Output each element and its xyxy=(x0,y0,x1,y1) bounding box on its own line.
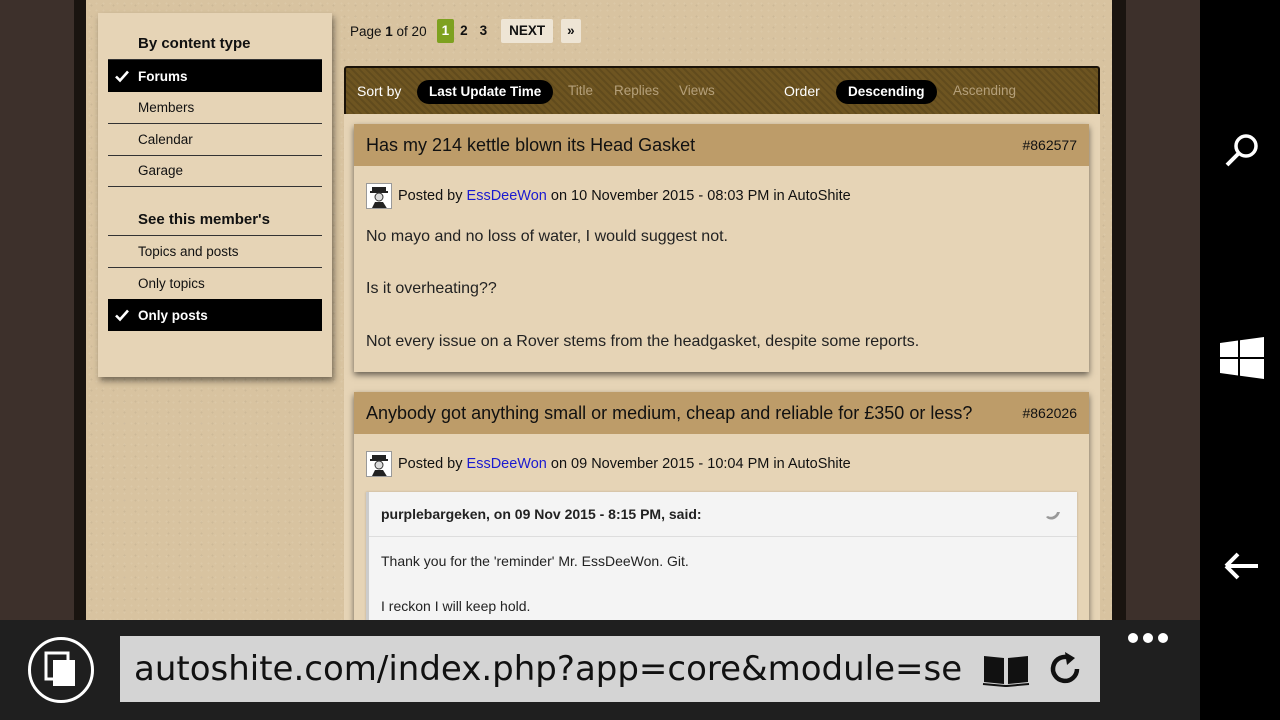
filter-label: Only topics xyxy=(138,276,205,291)
page-2-link[interactable]: 2 xyxy=(454,19,474,43)
post-paragraph: Is it overheating?? xyxy=(366,280,497,297)
content-type-heading: By content type xyxy=(138,35,251,52)
post-meta: Posted by EssDeeWon on 10 November 2015 … xyxy=(366,183,851,209)
quote-line: I reckon I will keep hold. xyxy=(381,598,531,614)
sort-by-label: Sort by xyxy=(357,83,402,99)
avatar[interactable] xyxy=(366,183,392,209)
back-arrow-icon[interactable] xyxy=(1220,544,1264,588)
member-heading: See this member's xyxy=(138,211,270,228)
user-avatar-icon xyxy=(370,455,388,476)
posted-by-label: Posted by xyxy=(398,456,463,472)
divider xyxy=(369,536,1077,537)
last-page-button[interactable]: » xyxy=(561,19,581,43)
page-current: 1 xyxy=(385,23,393,39)
browser-viewport: By content type Forums Members Calendar … xyxy=(0,0,1200,620)
more-icon[interactable] xyxy=(1126,628,1170,648)
page-1-link[interactable]: 1 xyxy=(436,19,455,43)
charms-bar xyxy=(1200,0,1280,720)
filter-topics-and-posts[interactable]: Topics and posts xyxy=(108,236,322,268)
order-label: Order xyxy=(784,83,820,99)
pagination: Page 1 of 20 1 2 3 NEXT » xyxy=(350,18,581,44)
filter-forums[interactable]: Forums xyxy=(108,60,322,92)
search-filter-sidebar: By content type Forums Members Calendar … xyxy=(98,13,332,377)
post-date: on 09 November 2015 - 10:04 PM in AutoSh… xyxy=(550,456,851,472)
post-paragraph: No mayo and no loss of water, I would su… xyxy=(366,228,728,245)
reading-view-icon[interactable] xyxy=(982,650,1030,688)
windows-start-icon[interactable] xyxy=(1220,336,1264,380)
post-title-link[interactable]: Has my 214 kettle blown its Head Gasket xyxy=(366,135,695,156)
filter-label: Calendar xyxy=(138,132,193,147)
tabs-button[interactable] xyxy=(28,637,94,703)
sort-title[interactable]: Title xyxy=(568,83,593,98)
filter-calendar[interactable]: Calendar xyxy=(108,124,322,156)
filter-label: Only posts xyxy=(138,307,208,323)
filter-label: Forums xyxy=(138,68,188,84)
page-prefix: Page xyxy=(350,23,386,39)
post-header: Has my 214 kettle blown its Head Gasket … xyxy=(354,124,1089,166)
search-icon[interactable] xyxy=(1220,128,1264,172)
page-total: of 20 xyxy=(392,23,427,39)
author-link[interactable]: EssDeeWon xyxy=(467,456,547,472)
quote-header: purplebargeken, on 09 Nov 2015 - 8:15 PM… xyxy=(381,506,702,522)
search-result-post: Anybody got anything small or medium, ch… xyxy=(354,392,1089,620)
page-indicator: Page 1 of 20 xyxy=(350,24,427,39)
quote-block: purplebargeken, on 09 Nov 2015 - 8:15 PM… xyxy=(366,492,1077,620)
post-paragraph: Not every issue on a Rover stems from th… xyxy=(366,333,920,350)
filter-only-posts[interactable]: Only posts xyxy=(108,299,322,331)
post-id-link[interactable]: #862026 xyxy=(1022,405,1077,421)
page-3-link[interactable]: 3 xyxy=(474,19,494,43)
filter-garage[interactable]: Garage xyxy=(108,155,322,187)
checkmark-icon xyxy=(115,309,129,322)
post-meta: Posted by EssDeeWon on 09 November 2015 … xyxy=(366,451,851,477)
next-page-button[interactable]: NEXT xyxy=(501,19,554,43)
order-descending[interactable]: Descending xyxy=(836,80,937,104)
filter-members[interactable]: Members xyxy=(108,92,322,124)
filter-label: Garage xyxy=(138,163,184,178)
post-header: Anybody got anything small or medium, ch… xyxy=(354,392,1089,434)
filter-only-topics[interactable]: Only topics xyxy=(108,268,322,300)
sort-bar: Sort by Last Update Time Title Replies V… xyxy=(344,66,1100,114)
quote-line: Thank you for the 'reminder' Mr. EssDeeW… xyxy=(381,553,689,569)
sort-replies[interactable]: Replies xyxy=(614,83,659,98)
refresh-icon[interactable] xyxy=(1046,650,1084,688)
url-text[interactable]: autoshite.com/index.php?app=core&module=… xyxy=(134,649,962,689)
filter-label: Topics and posts xyxy=(138,244,239,259)
avatar[interactable] xyxy=(366,451,392,477)
tabs-icon xyxy=(44,651,75,686)
address-bar[interactable]: autoshite.com/index.php?app=core&module=… xyxy=(120,636,1100,702)
post-id-link[interactable]: #862577 xyxy=(1022,137,1077,153)
filter-label: Members xyxy=(138,100,195,115)
search-result-post: Has my 214 kettle blown its Head Gasket … xyxy=(354,124,1089,372)
post-title-link[interactable]: Anybody got anything small or medium, ch… xyxy=(366,403,972,424)
checkmark-icon xyxy=(115,70,129,83)
order-ascending[interactable]: Ascending xyxy=(953,83,1016,98)
post-date: on 10 November 2015 - 08:03 PM in AutoSh… xyxy=(550,188,851,204)
author-link[interactable]: EssDeeWon xyxy=(467,188,547,204)
user-avatar-icon xyxy=(370,187,388,208)
sort-views[interactable]: Views xyxy=(679,83,715,98)
sort-last-update-time[interactable]: Last Update Time xyxy=(417,80,554,104)
browser-app-bar: autoshite.com/index.php?app=core&module=… xyxy=(0,620,1200,720)
quote-link-icon[interactable] xyxy=(1045,508,1061,522)
posted-by-label: Posted by xyxy=(398,188,463,204)
